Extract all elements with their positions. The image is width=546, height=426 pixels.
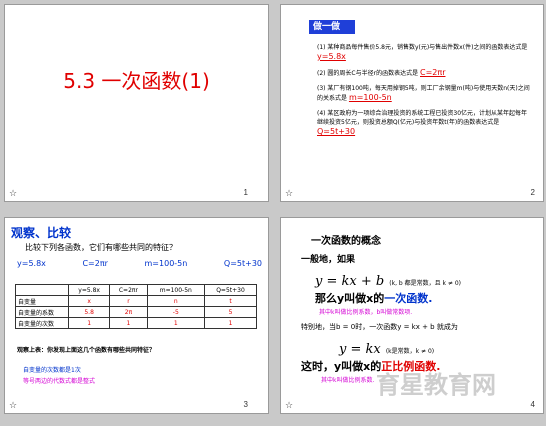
slide-3[interactable]: 观察、比较 比较下列各函数，它们有哪些共同的特征？ y=5.8x C=2πr m…: [4, 217, 269, 414]
item-text: (1) 某种商品每件售价5.8元，销售数y(元)与售出件数x(件)之间的函数表达…: [317, 44, 528, 51]
slide-title-text: 一次函数的概念: [311, 236, 381, 247]
item-text: (4) 某区政府为一项综合治理投资的系统工程已投资30亿元，计划从某年起每年继续…: [317, 110, 528, 126]
slide-number: 3: [243, 400, 248, 409]
item-answer: y=5.8x: [317, 52, 346, 61]
note-1: 自变量的次数都是1次: [23, 367, 81, 374]
item-2: (2) 圆的周长C与半径r的函数表达式是 C=2πr: [317, 68, 532, 78]
table-cell: t: [204, 295, 257, 307]
watermark-text: 育星教育网: [376, 371, 496, 399]
table-header-cell: C=2πr: [109, 284, 148, 296]
formula: Q=5t+30: [223, 259, 262, 268]
item-text: (2) 圆的周长C与半径r的函数表达式是: [317, 70, 419, 77]
table-header-cell: Q=5t+30: [204, 284, 257, 296]
slide-title: 5.3 一次函数(1): [63, 69, 210, 93]
definition-text: 那么y叫做x的: [315, 292, 385, 305]
definition-text: 这时，y叫做x的: [301, 360, 382, 373]
special-case: 特别地，当b = 0时，一次函数y = kx + b 就成为: [301, 323, 458, 331]
table-cell: 1: [67, 317, 111, 329]
star-icon: ☆: [285, 401, 294, 411]
slide-title: 观察、比较: [11, 226, 72, 240]
table-cell: n: [146, 295, 206, 307]
table-cell: 1: [109, 317, 148, 329]
table-cell: r: [109, 295, 148, 307]
table-header-row: y=5.8x C=2πr m=100-5n Q=5t+30: [15, 284, 257, 296]
note-2: 等号两边的代数式都是整式: [23, 378, 96, 385]
item-answer: Q=5t+30: [317, 127, 356, 136]
table-row: 自变量 x r n t: [15, 295, 257, 307]
table-cell: 5: [204, 306, 257, 318]
formula: m=100-5n: [144, 259, 188, 268]
slide-number: 4: [530, 400, 535, 409]
slide-number: 1: [243, 188, 248, 197]
table-cell: 自变量: [15, 295, 69, 307]
table-cell: 自变量的系数: [15, 306, 69, 318]
slide-title: 一次函数的概念: [311, 232, 381, 247]
table-header-cell: y=5.8x: [67, 284, 111, 296]
item-answer: m=100-5n: [348, 93, 392, 102]
formula: C=2πr: [82, 259, 108, 268]
comparison-table: y=5.8x C=2πr m=100-5n Q=5t+30 自变量 x r n …: [15, 284, 257, 329]
formula-line-2: y = kx (k是常数，k ≠ 0): [339, 338, 434, 357]
prompt: 比较下列各函数，它们有哪些共同的特征？: [25, 243, 177, 252]
table-header-cell: [15, 284, 69, 296]
formula: y = kx: [339, 342, 381, 357]
table-row: 自变量的系数 5.8 2π -5 5: [15, 306, 257, 318]
header-label: 做一做: [313, 22, 341, 32]
coef-note-2: 其中k叫做比例系数.: [321, 377, 375, 384]
intro: 一般地，如果: [301, 255, 356, 265]
question: 观察上表：你发现上面这几个函数有哪些共同特征？: [17, 347, 156, 354]
slide-1[interactable]: 5.3 一次函数(1) ☆ 1: [4, 4, 269, 202]
table-cell: 1: [204, 317, 257, 329]
item-3: (3) 某厂有钢100吨，每天用掉钢5吨，则工厂余钢量m(吨)与使用天数n(天)…: [317, 84, 532, 103]
term: 一次函数.: [384, 292, 433, 305]
star-icon: ☆: [285, 189, 294, 199]
table-cell: 1: [146, 317, 206, 329]
table-cell: 自变量的次数: [15, 317, 69, 329]
condition: (k, b 都是常数，且 k ≠ 0): [389, 280, 462, 287]
watermark-logo: 育星教育网: [376, 365, 496, 400]
slide-number: 2: [530, 188, 535, 197]
condition: (k是常数，k ≠ 0): [385, 348, 435, 355]
item-answer: C=2πr: [420, 68, 446, 77]
star-icon: ☆: [9, 401, 18, 411]
coef-note-1: 其中k叫做比例系数，b叫做常数项.: [319, 309, 413, 316]
formula: y = kx + b: [315, 274, 385, 289]
table-cell: x: [67, 295, 111, 307]
definition-line-1: 那么y叫做x的一次函数.: [315, 290, 432, 306]
table-cell: -5: [146, 306, 206, 318]
item-4: (4) 某区政府为一项综合治理投资的系统工程已投资30亿元，计划从某年起每年继续…: [317, 109, 532, 137]
slide-4[interactable]: 一次函数的概念 一般地，如果 y = kx + b (k, b 都是常数，且 k…: [280, 217, 544, 414]
item-1: (1) 某种商品每件售价5.8元，销售数y(元)与售出件数x(件)之间的函数表达…: [317, 43, 532, 62]
star-icon: ☆: [9, 189, 18, 199]
formula: y=5.8x: [17, 259, 46, 268]
table-cell: 5.8: [67, 306, 111, 318]
table-header-cell: m=100-5n: [146, 284, 206, 296]
slide-header: 做一做: [309, 20, 355, 34]
formula-row: y=5.8x C=2πr m=100-5n Q=5t+30: [17, 259, 262, 268]
table-row: 自变量的次数 1 1 1 1: [15, 317, 257, 329]
slide-2[interactable]: 做一做 (1) 某种商品每件售价5.8元，销售数y(元)与售出件数x(件)之间的…: [280, 4, 544, 202]
table-cell: 2π: [109, 306, 148, 318]
formula-line-1: y = kx + b (k, b 都是常数，且 k ≠ 0): [315, 270, 461, 289]
